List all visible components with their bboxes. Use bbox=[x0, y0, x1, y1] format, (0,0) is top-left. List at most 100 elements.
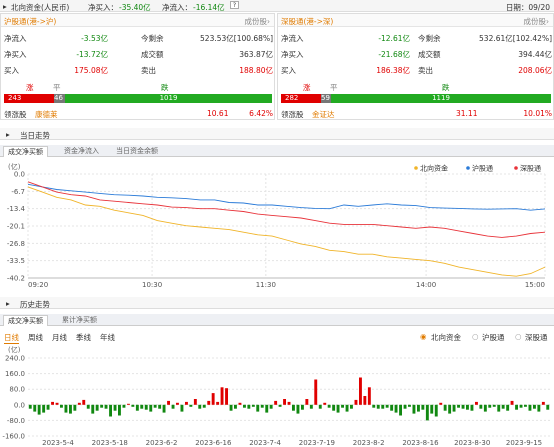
tab-balance[interactable]: 当日资金余额 bbox=[112, 146, 162, 157]
legend-label: 深股通 bbox=[520, 164, 541, 173]
help-button[interactable]: ? bbox=[230, 1, 239, 9]
date-label: 日期：09/20 bbox=[505, 3, 550, 12]
radio-north[interactable]: 北向资金 bbox=[431, 332, 461, 343]
history-bar bbox=[457, 404, 460, 408]
period-yearly[interactable]: 年线 bbox=[100, 332, 115, 343]
sh-constituents-link[interactable]: 成份股› bbox=[245, 16, 271, 27]
history-bar bbox=[149, 404, 153, 412]
history-bar bbox=[46, 404, 50, 410]
history-bar bbox=[55, 402, 59, 405]
legend-marker bbox=[414, 166, 418, 170]
sz-connect-panel: 深股通(港->深) 成份股› 净流入 -12.61亿 今剩余 532.61亿[1… bbox=[277, 13, 554, 120]
history-bar bbox=[283, 399, 286, 405]
history-bar bbox=[91, 404, 95, 414]
history-bar bbox=[479, 404, 483, 409]
arrow-icon: ▸ bbox=[6, 130, 10, 139]
x-tick-label: 2023-7-19 bbox=[299, 439, 335, 447]
radio-sz[interactable]: 深股通 bbox=[525, 332, 548, 343]
x-tick-label: 11:30 bbox=[256, 281, 276, 289]
history-bar bbox=[220, 387, 224, 405]
history-bar bbox=[278, 404, 282, 407]
tab-net-inflow[interactable]: 资金净流入 bbox=[60, 146, 103, 157]
y-tick-label: -20.1 bbox=[7, 223, 25, 231]
radio-sh-icon[interactable]: ○ bbox=[472, 332, 479, 341]
history-bar bbox=[292, 404, 295, 411]
period-monthly[interactable]: 月线 bbox=[52, 332, 67, 343]
history-bar bbox=[537, 404, 541, 412]
tab-net-buy[interactable]: 成交净买额 bbox=[3, 146, 48, 157]
intraday-line-chart: (亿) 北向资金 沪股通 深股通 0.0-6.7-13.4-20.1-26.8-33… bbox=[7, 162, 546, 289]
history-bar bbox=[42, 404, 46, 413]
x-tick-label: 2023-7-4 bbox=[249, 439, 281, 447]
history-bar bbox=[193, 399, 197, 405]
x-tick-label: 2023-8-16 bbox=[402, 439, 439, 447]
history-bar bbox=[434, 404, 438, 417]
tab-hist-net-buy[interactable]: 成交净买额 bbox=[3, 315, 48, 326]
sz-constituents-link[interactable]: 成份股› bbox=[524, 16, 550, 27]
history-bar bbox=[207, 400, 211, 405]
sz-leader-stock[interactable]: 金证达 bbox=[312, 109, 335, 120]
history-bar bbox=[109, 404, 112, 417]
history-bar bbox=[399, 404, 402, 416]
history-bar bbox=[448, 404, 452, 414]
history-bar bbox=[488, 404, 492, 408]
sz-row-2: 净买入 -21.68亿 成交额 394.44亿 bbox=[281, 50, 552, 59]
sz-row-3: 买入 186.38亿 卖出 208.06亿 bbox=[281, 66, 552, 75]
history-bar bbox=[376, 404, 380, 409]
history-bar bbox=[546, 404, 550, 410]
sh-leader-stock[interactable]: 康德莱 bbox=[35, 109, 58, 120]
history-bar bbox=[247, 404, 251, 409]
net-inflow-value: -16.14亿 bbox=[193, 3, 225, 12]
history-bar bbox=[372, 404, 376, 408]
history-bar bbox=[118, 404, 121, 416]
history-bar bbox=[296, 404, 300, 414]
y-tick-label: -6.7 bbox=[11, 188, 25, 196]
sh-row-2: 净买入 -13.72亿 成交额 363.87亿 bbox=[4, 50, 273, 59]
net-buy-label: 净买入： bbox=[88, 3, 118, 12]
history-bar bbox=[216, 401, 220, 405]
history-bar bbox=[354, 399, 358, 405]
history-bar bbox=[483, 404, 487, 412]
history-bar bbox=[225, 388, 228, 405]
net-buy-value: -35.40亿 bbox=[119, 3, 151, 12]
arrow-icon: ▸ bbox=[6, 299, 10, 308]
sz-panel-title: 深股通(港->深) bbox=[281, 17, 334, 26]
sh-panel-title: 沪股通(港->沪) bbox=[4, 17, 57, 26]
history-bar-chart: (亿) 240.0 160.0 80.0 0.0 -80.0 -160.0 2023-5-… bbox=[2, 345, 550, 447]
period-quarterly[interactable]: 季线 bbox=[76, 332, 91, 343]
history-bar bbox=[274, 400, 278, 405]
history-tabs: 成交净买额 累计净买额 bbox=[0, 314, 554, 326]
history-bar bbox=[327, 404, 331, 408]
history-bar bbox=[425, 404, 429, 421]
history-bar bbox=[211, 393, 215, 405]
radio-sh[interactable]: 沪股通 bbox=[482, 332, 505, 343]
history-bar bbox=[506, 404, 510, 411]
history-bar bbox=[256, 404, 260, 412]
history-bar bbox=[100, 404, 104, 408]
y-tick-label: 80.0 bbox=[9, 386, 25, 394]
history-bar bbox=[318, 404, 322, 409]
history-bar bbox=[238, 402, 242, 405]
history-bar bbox=[28, 404, 32, 409]
history-bar bbox=[501, 404, 505, 409]
history-bar bbox=[122, 404, 126, 408]
tab-hist-cumulative[interactable]: 累计净买额 bbox=[58, 315, 101, 326]
history-bar bbox=[33, 404, 37, 412]
history-bar bbox=[385, 404, 389, 408]
period-daily[interactable]: 日线 bbox=[4, 332, 19, 344]
radio-sz-icon[interactable]: ○ bbox=[515, 332, 522, 341]
sz-breadth-bar: 282 59 1119 bbox=[281, 94, 551, 103]
sh-breadth-bar: 243 46 1019 bbox=[4, 94, 272, 103]
period-weekly[interactable]: 周线 bbox=[28, 332, 43, 343]
history-bar bbox=[260, 404, 264, 408]
legend-label: 沪股通 bbox=[472, 164, 493, 173]
y-tick-label: -13.4 bbox=[7, 205, 26, 213]
history-bar bbox=[492, 404, 496, 407]
history-bar bbox=[309, 404, 313, 409]
history-bar bbox=[519, 404, 523, 408]
history-bar bbox=[528, 404, 532, 411]
x-tick-label: 10:30 bbox=[142, 281, 162, 289]
radio-north-icon[interactable]: ◉ bbox=[420, 332, 427, 341]
y-tick-label: 240.0 bbox=[5, 355, 25, 363]
history-bar bbox=[95, 404, 99, 411]
